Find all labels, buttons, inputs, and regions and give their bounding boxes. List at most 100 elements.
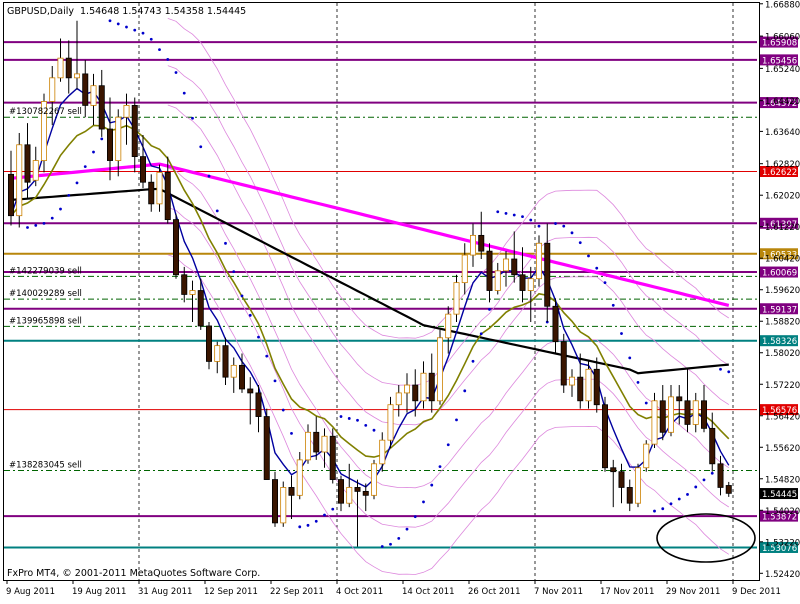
candle-body[interactable] <box>626 487 633 504</box>
candle-body[interactable] <box>82 73 89 106</box>
candle-body[interactable] <box>354 487 361 492</box>
candle-body[interactable] <box>486 250 493 291</box>
candle-body[interactable] <box>164 171 171 221</box>
trade-order-label[interactable]: #140029289 sell <box>9 289 82 299</box>
candle-body[interactable] <box>107 128 114 161</box>
candle-body[interactable] <box>684 400 691 425</box>
candle-body[interactable] <box>585 368 592 402</box>
candle-body[interactable] <box>238 364 245 390</box>
candle-body[interactable] <box>296 459 303 496</box>
candle-body[interactable] <box>536 242 543 280</box>
candle-body[interactable] <box>222 345 229 378</box>
candle-body[interactable] <box>643 443 650 469</box>
candle-body[interactable] <box>469 234 476 256</box>
parabolic-sar-dot <box>504 211 508 215</box>
candle-body[interactable] <box>651 400 658 445</box>
candle-body[interactable] <box>74 73 81 79</box>
candle-body[interactable] <box>49 77 56 102</box>
candle-body[interactable] <box>263 416 270 480</box>
candle-body[interactable] <box>90 85 97 106</box>
candle-body[interactable] <box>205 325 212 362</box>
candle-body[interactable] <box>115 116 122 161</box>
candle-body[interactable] <box>544 242 551 307</box>
parabolic-sar-dot <box>620 332 623 335</box>
candle-body[interactable] <box>403 384 410 394</box>
y-axis-tick-label: 1.55620 <box>765 444 800 454</box>
candle-body[interactable] <box>668 396 675 433</box>
candle-body[interactable] <box>453 282 460 315</box>
candle-body[interactable] <box>511 258 518 276</box>
candle-body[interactable] <box>57 57 64 79</box>
candle-body[interactable] <box>552 305 559 343</box>
candle-body[interactable] <box>247 388 254 394</box>
candle-body[interactable] <box>288 487 295 496</box>
parabolic-sar-dot <box>232 270 236 274</box>
candle-body[interactable] <box>16 144 23 217</box>
candle-body[interactable] <box>560 341 567 386</box>
candle-body[interactable] <box>618 471 625 488</box>
trade-order-label[interactable]: #130782267 sell <box>9 107 82 117</box>
candle-body[interactable] <box>725 485 732 494</box>
candle-body[interactable] <box>635 467 642 504</box>
candle-body[interactable] <box>717 463 724 488</box>
candle-body[interactable] <box>428 372 435 402</box>
candle-body[interactable] <box>7 173 14 217</box>
candle-body[interactable] <box>527 278 534 291</box>
candle-body[interactable] <box>676 396 683 402</box>
candle-body[interactable] <box>148 181 155 205</box>
parabolic-sar-dot <box>405 527 409 531</box>
candle-body[interactable] <box>197 290 204 327</box>
parabolic-sar-dot <box>422 500 425 504</box>
candle-body[interactable] <box>321 435 328 453</box>
price-chart[interactable]: #130782267 sell #142279039 sell #140029289… <box>0 0 800 600</box>
candle-body[interactable] <box>181 274 188 295</box>
candle-body[interactable] <box>123 105 130 118</box>
candle-body[interactable] <box>230 364 237 378</box>
candle-body[interactable] <box>659 400 666 433</box>
trade-order-label[interactable]: #138283045 sell <box>9 461 82 471</box>
candle-body[interactable] <box>255 392 262 417</box>
trade-order-label[interactable]: #142279039 sell <box>9 266 82 276</box>
candle-body[interactable] <box>709 427 716 465</box>
candle-body[interactable] <box>32 160 39 181</box>
candle-body[interactable] <box>304 431 311 461</box>
candle-body[interactable] <box>602 404 609 469</box>
candle-body[interactable] <box>370 463 377 496</box>
candle-body[interactable] <box>172 219 179 276</box>
candle-body[interactable] <box>519 274 526 291</box>
candle-body[interactable] <box>313 431 320 453</box>
candle-body[interactable] <box>379 439 386 465</box>
candle-body[interactable] <box>412 384 419 402</box>
candle-body[interactable] <box>502 258 509 272</box>
y-axis-tick-label: 1.63640 <box>765 128 800 138</box>
candle-body[interactable] <box>692 400 699 425</box>
candle-body[interactable] <box>395 392 402 406</box>
candle-body[interactable] <box>701 400 708 429</box>
candle-body[interactable] <box>131 105 138 158</box>
candle-body[interactable] <box>65 57 72 79</box>
candle-body[interactable] <box>577 376 584 402</box>
candle-body[interactable] <box>24 144 31 183</box>
candle-body[interactable] <box>494 270 501 291</box>
candle-body[interactable] <box>593 368 600 406</box>
candle-body[interactable] <box>280 487 287 524</box>
candle-body[interactable] <box>214 345 221 362</box>
candle-body[interactable] <box>271 479 278 524</box>
candle-body[interactable] <box>346 487 353 504</box>
candle-body[interactable] <box>387 404 394 441</box>
candle-body[interactable] <box>569 376 576 386</box>
trade-order-label[interactable]: #139965898 sell <box>9 316 82 326</box>
candle-body[interactable] <box>445 313 452 339</box>
candle-body[interactable] <box>420 372 427 402</box>
candle-body[interactable] <box>98 85 105 130</box>
candle-body[interactable] <box>139 156 146 183</box>
candle-body[interactable] <box>362 490 369 496</box>
candle-body[interactable] <box>337 479 344 504</box>
candle-body[interactable] <box>189 290 196 295</box>
candle-body[interactable] <box>436 337 443 402</box>
candle-body[interactable] <box>610 467 617 473</box>
candle-body[interactable] <box>478 234 485 252</box>
candle-body[interactable] <box>329 435 336 480</box>
candle-body[interactable] <box>156 171 163 205</box>
candle-body[interactable] <box>461 254 468 284</box>
